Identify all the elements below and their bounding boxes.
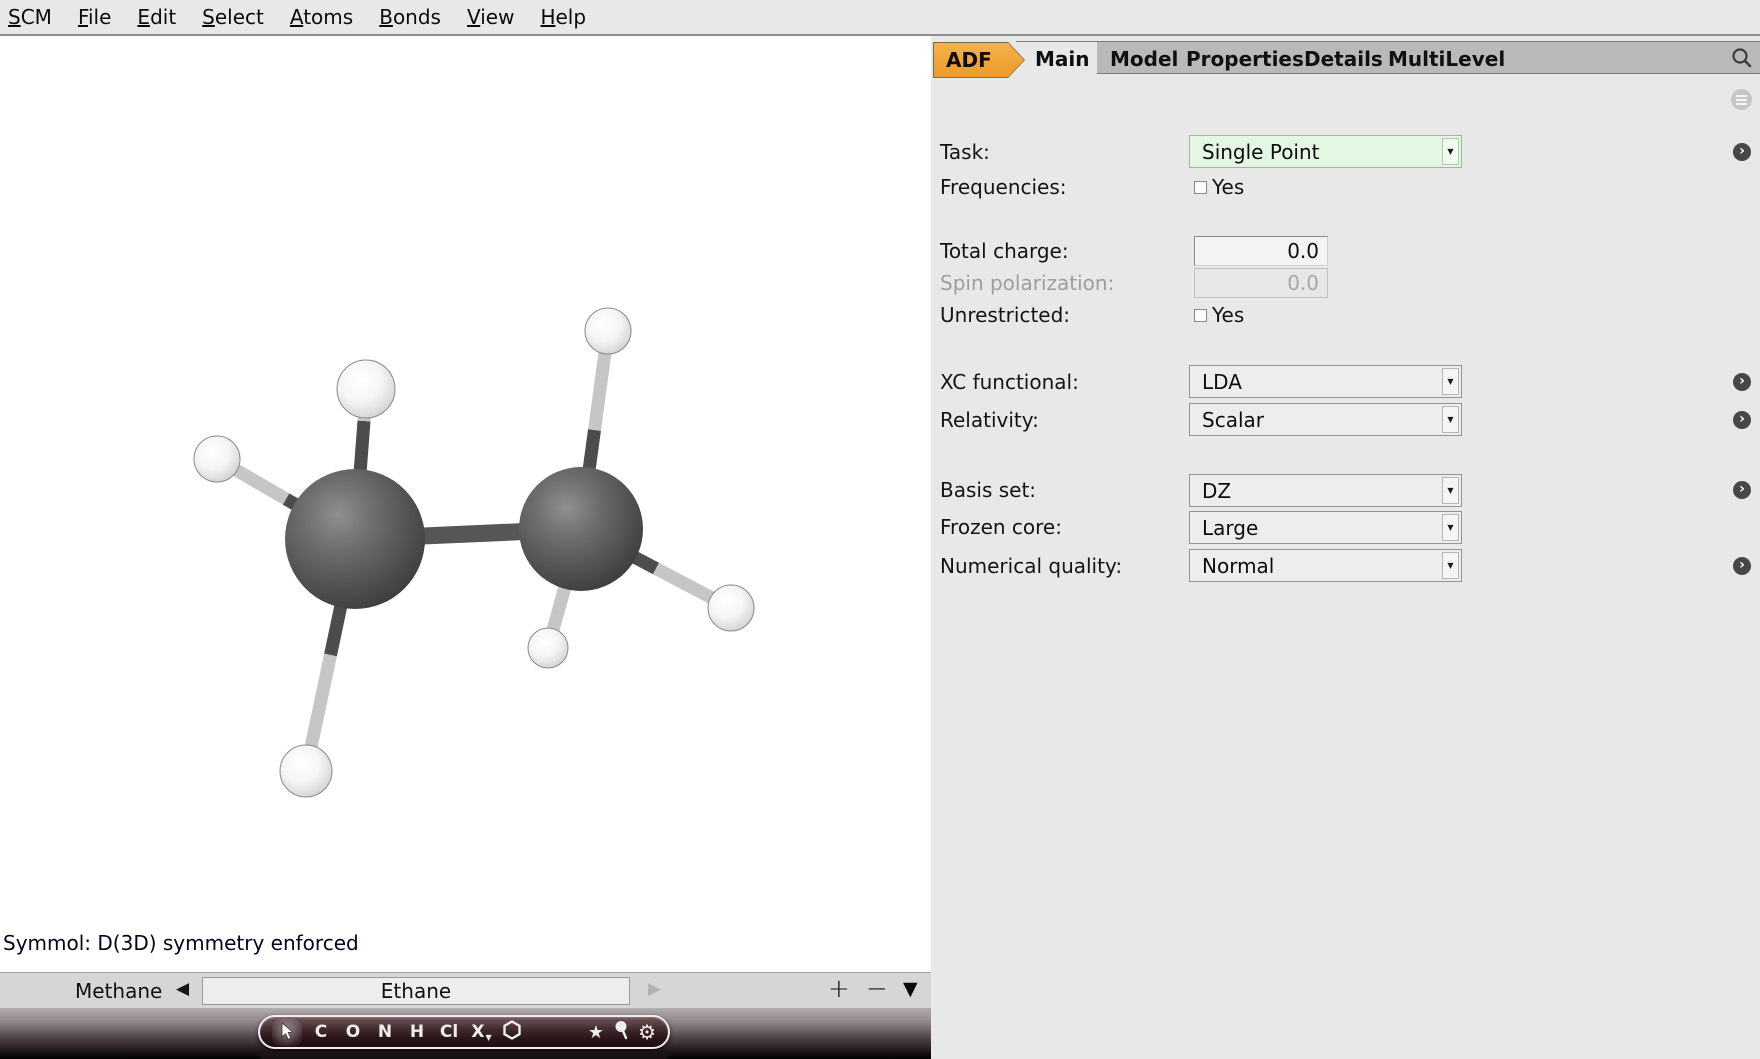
tab-model[interactable]: Model (1110, 47, 1178, 71)
menu-view[interactable]: View (467, 5, 514, 29)
relativity-label: Relativity: (940, 408, 1039, 432)
numerical-quality-label: Numerical quality: (940, 554, 1122, 578)
element-o-button[interactable]: O (342, 1024, 364, 1041)
hexagon-icon (502, 1020, 522, 1040)
numerical-quality-select[interactable]: Normal ▼ (1189, 549, 1462, 582)
current-molecule-field[interactable]: Ethane (202, 977, 630, 1005)
ethane-molecule[interactable] (0, 36, 931, 972)
basis-set-select[interactable]: DZ ▼ (1189, 474, 1462, 507)
xc-functional-label: XC functional: (940, 370, 1079, 394)
xc-functional-value: LDA (1190, 370, 1242, 394)
tool-dock: C O N H Cl X▼ ★ ⚙ (258, 1015, 670, 1049)
tab-details[interactable]: Details (1304, 47, 1383, 71)
next-arrow-icon[interactable]: ▶ (648, 981, 661, 998)
symmetry-status: Symmol: D(3D) symmetry enforced (3, 931, 359, 955)
tab-multilevel[interactable]: MultiLevel (1388, 47, 1505, 71)
element-x-label: X (471, 1022, 484, 1042)
chevron-down-icon[interactable]: ▼ (1442, 477, 1459, 504)
spin-polarization-label: Spin polarization: (940, 271, 1114, 295)
chevron-down-icon[interactable]: ▼ (1442, 368, 1459, 395)
menu-bonds[interactable]: Bonds (379, 5, 441, 29)
element-cl-button[interactable]: Cl (438, 1024, 460, 1041)
hydrogen-atom-top[interactable] (337, 360, 395, 418)
element-n-button[interactable]: N (374, 1024, 396, 1041)
tab-main[interactable]: Main (1035, 47, 1090, 71)
spin-polarization-input: 0.0 (1194, 268, 1328, 298)
search-icon[interactable] (1729, 45, 1755, 71)
panel-menu-icon[interactable] (1731, 89, 1752, 110)
relativity-detail-button[interactable]: › (1733, 411, 1751, 429)
frozen-core-value: Large (1190, 516, 1258, 540)
tool-dock-strip: C O N H Cl X▼ ★ ⚙ (0, 1008, 931, 1059)
relativity-value: Scalar (1190, 408, 1264, 432)
dock-reflection (260, 1050, 668, 1059)
relativity-select[interactable]: Scalar ▼ (1189, 403, 1462, 436)
collapse-panel-icon[interactable]: ▼ (903, 980, 918, 999)
chevron-down-icon[interactable]: ▼ (1442, 138, 1459, 165)
carbon-atom-2[interactable] (519, 467, 643, 591)
element-h-button[interactable]: H (406, 1024, 428, 1041)
adf-brand-label: ADF (934, 43, 1024, 77)
molecule-history-bar: Methane ◀ Ethane ▶ + − ▼ (0, 972, 931, 1008)
menu-atoms[interactable]: Atoms (290, 5, 353, 29)
menu-file[interactable]: File (78, 5, 111, 29)
element-c-button[interactable]: C (310, 1024, 332, 1041)
total-charge-label: Total charge: (940, 239, 1069, 263)
gear-icon[interactable]: ⚙ (638, 1020, 656, 1044)
frequencies-checkbox[interactable] (1194, 181, 1207, 194)
element-x-picker-button[interactable]: X▼ (470, 1024, 492, 1041)
frequencies-label: Frequencies: (940, 175, 1067, 199)
basis-set-detail-button[interactable]: › (1733, 481, 1751, 499)
hydrogen-atom-top-right[interactable] (585, 308, 631, 354)
total-charge-input[interactable]: 0.0 (1194, 236, 1328, 266)
basis-set-value: DZ (1190, 479, 1231, 503)
chevron-down-icon[interactable]: ▼ (1442, 552, 1459, 579)
task-select[interactable]: Single Point ▼ (1189, 135, 1462, 168)
xc-functional-select[interactable]: LDA ▼ (1189, 365, 1462, 398)
adf-brand-badge[interactable]: ADF (933, 42, 1025, 78)
hydrogen-atom-right[interactable] (708, 585, 754, 631)
frozen-core-label: Frozen core: (940, 515, 1062, 539)
frequencies-option-label: Yes (1212, 175, 1244, 199)
task-value: Single Point (1190, 140, 1320, 164)
unrestricted-checkbox[interactable] (1194, 309, 1207, 322)
tab-properties[interactable]: Properties (1186, 47, 1304, 71)
chevron-down-icon[interactable]: ▼ (1442, 514, 1459, 541)
menu-bar: SCM File Edit Select Atoms Bonds View He… (0, 0, 1760, 36)
chevron-down-icon[interactable]: ▼ (1442, 406, 1459, 433)
previous-molecule-button[interactable]: Methane (75, 979, 162, 1003)
menu-select[interactable]: Select (202, 5, 264, 29)
menu-edit[interactable]: Edit (137, 5, 176, 29)
task-label: Task: (940, 140, 990, 164)
chevron-down-icon: ▼ (485, 1033, 491, 1042)
numerical-quality-value: Normal (1190, 554, 1274, 578)
hydrogen-atom-left[interactable] (194, 436, 240, 482)
numerical-quality-detail-button[interactable]: › (1733, 557, 1751, 575)
cursor-icon (281, 1023, 294, 1041)
hydrogen-atom-center-below[interactable] (528, 628, 568, 668)
menu-scm[interactable]: SCM (8, 5, 52, 29)
unrestricted-label: Unrestricted: (940, 303, 1070, 327)
xc-functional-detail-button[interactable]: › (1733, 373, 1751, 391)
molecule-viewport[interactable]: Symmol: D(3D) symmetry enforced (0, 36, 931, 972)
previous-arrow-icon[interactable]: ◀ (176, 981, 189, 998)
carbon-atom-1[interactable] (285, 469, 425, 609)
unrestricted-option-label: Yes (1212, 303, 1244, 327)
remove-molecule-button[interactable]: − (866, 971, 888, 1007)
add-molecule-button[interactable]: + (828, 971, 850, 1007)
pointer-tool-selected[interactable] (272, 1019, 302, 1046)
menu-help[interactable]: Help (540, 5, 586, 29)
hydrogen-atom-bottom-left[interactable] (280, 745, 332, 797)
frozen-core-select[interactable]: Large ▼ (1189, 511, 1462, 544)
task-detail-button[interactable]: › (1733, 143, 1751, 161)
balloon-icon[interactable] (614, 1020, 628, 1044)
ring-tool-button[interactable] (502, 1020, 522, 1044)
current-molecule-name: Ethane (381, 979, 451, 1003)
basis-set-label: Basis set: (940, 478, 1036, 502)
star-icon[interactable]: ★ (588, 1022, 604, 1043)
